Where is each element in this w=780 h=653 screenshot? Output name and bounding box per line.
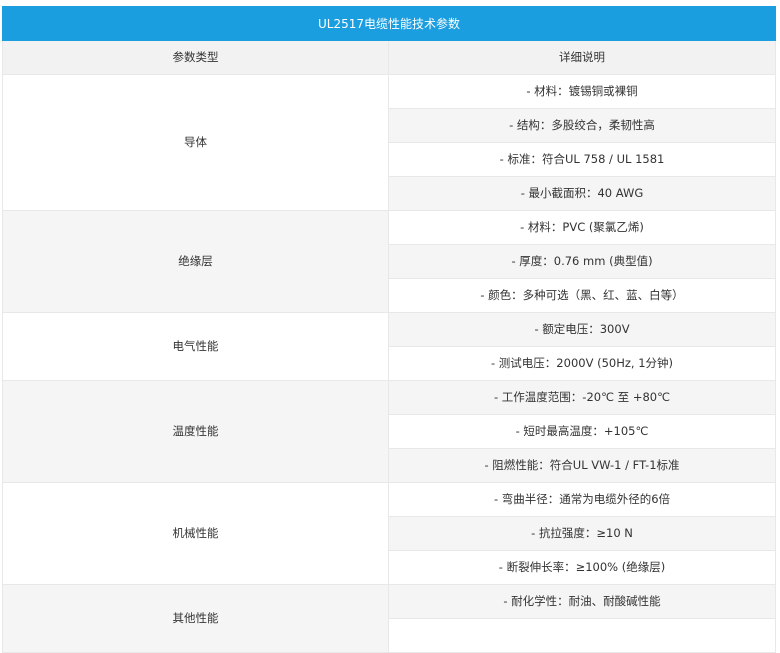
- table-row: 其他性能 - 耐化学性：耐油、耐酸碱性能: [2, 584, 777, 653]
- category-cell: 机械性能: [2, 482, 389, 585]
- detail-cell: - 测试电压：2000V (50Hz, 1分钟): [387, 346, 777, 381]
- detail-cell: - 耐化学性：耐油、耐酸碱性能: [387, 584, 777, 619]
- detail-cell: - 弯曲半径：通常为电缆外径的6倍: [387, 482, 777, 517]
- table-row: 温度性能 - 工作温度范围：-20℃ 至 +80℃: [2, 380, 777, 483]
- detail-cell: - 颜色：多种可选（黑、红、蓝、白等）: [387, 278, 777, 313]
- category-cell: 温度性能: [2, 380, 389, 483]
- category-cell: 导体: [2, 74, 389, 211]
- table-row: 电气性能 - 额定电压：300V: [2, 312, 777, 381]
- detail-cell: - 阻燃性能：符合UL VW-1 / FT-1标准: [387, 448, 777, 483]
- detail-cell: - 材料：镀锡铜或裸铜: [387, 74, 777, 109]
- detail-cell: - 抗拉强度：≥10 N: [387, 516, 777, 551]
- header-param-type: 参数类型: [2, 40, 389, 75]
- header-details: 详细说明: [387, 40, 777, 75]
- detail-cell: - 结构：多股绞合，柔韧性高: [387, 108, 777, 143]
- detail-cell: - 断裂伸长率：≥100% (绝缘层): [387, 550, 777, 585]
- detail-cell: - 短时最高温度：+105℃: [387, 414, 777, 449]
- table-row: 绝缘层 - 材料：PVC (聚氯乙烯): [2, 210, 777, 313]
- detail-cell: - 额定电压：300V: [387, 312, 777, 347]
- table-header-row: 参数类型 详细说明: [2, 40, 777, 75]
- detail-cell: - 材料：PVC (聚氯乙烯): [387, 210, 777, 245]
- detail-cell: [387, 618, 777, 653]
- table-body: 参数类型 详细说明 导体 - 材料：镀锡铜或裸铜 - 结构：多股绞合，柔韧性高 - 标…: [2, 40, 777, 653]
- spec-table: UL2517电缆性能技术参数 参数类型 详细说明 导体 - 材料：镀锡铜或裸铜 - …: [1, 6, 777, 653]
- category-cell: 电气性能: [2, 312, 389, 381]
- detail-cell: - 厚度：0.76 mm (典型值): [387, 244, 777, 279]
- detail-cell: - 最小截面积：40 AWG: [387, 176, 777, 211]
- spec-table-container: UL2517电缆性能技术参数 参数类型 详细说明 导体 - 材料：镀锡铜或裸铜 - …: [1, 6, 777, 653]
- category-cell: 其他性能: [2, 584, 389, 653]
- table-row: 机械性能 - 弯曲半径：通常为电缆外径的6倍: [2, 482, 777, 585]
- table-title: UL2517电缆性能技术参数: [1, 6, 777, 41]
- detail-cell: - 标准：符合UL 758 / UL 1581: [387, 142, 777, 177]
- table-row: 导体 - 材料：镀锡铜或裸铜: [2, 74, 777, 211]
- category-cell: 绝缘层: [2, 210, 389, 313]
- detail-cell: - 工作温度范围：-20℃ 至 +80℃: [387, 380, 777, 415]
